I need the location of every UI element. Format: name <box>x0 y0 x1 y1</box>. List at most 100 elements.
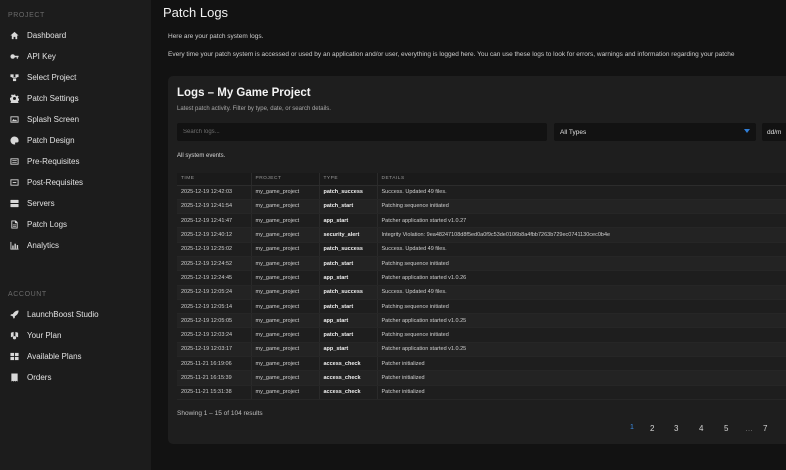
section-label-account: ACCOUNT <box>8 291 47 298</box>
cell-type: access_check <box>319 370 378 386</box>
cell-time: 2025-12-19 12:05:05 <box>177 313 252 329</box>
page-button-7[interactable]: 7 <box>763 424 767 433</box>
cell-project: my_game_project <box>251 242 320 257</box>
type-filter-select[interactable]: All Types <box>554 123 756 141</box>
cell-type: app_start <box>319 313 378 329</box>
cell-project: my_game_project <box>251 227 320 243</box>
table-header-row: TIME PROJECT TYPE DETAILS <box>177 173 786 186</box>
cell-project: my_game_project <box>251 213 320 229</box>
sidebar-item-api-key[interactable]: API Key <box>0 46 151 66</box>
cell-details: Patching sequence initiated <box>377 327 786 343</box>
cell-time: 2025-11-21 16:19:06 <box>177 356 252 372</box>
sidebar-item-label: Dashboard <box>27 30 67 40</box>
receipt-icon <box>9 372 19 382</box>
cell-project: my_game_project <box>251 356 320 372</box>
page-button-3[interactable]: 3 <box>674 424 678 433</box>
cell-project: my_game_project <box>251 370 320 386</box>
table-row[interactable]: 2025-11-21 16:15:39 my_game_project access… <box>177 370 786 386</box>
table-row[interactable]: 2025-12-19 12:05:24 my_game_project patch_… <box>177 285 786 300</box>
cell-details: Patcher application started v1.0.25 <box>377 313 786 329</box>
image-icon <box>9 114 19 124</box>
sidebar-item-launchboost-studio[interactable]: LaunchBoost Studio <box>0 304 151 324</box>
cell-type: access_check <box>319 356 378 372</box>
sidebar-item-label: Servers <box>27 198 55 208</box>
sidebar-item-patch-settings[interactable]: Patch Settings <box>0 88 151 108</box>
cell-time: 2025-11-21 15:31:38 <box>177 385 252 400</box>
column-header-project[interactable]: PROJECT <box>251 173 320 186</box>
column-header-time[interactable]: TIME <box>177 173 252 186</box>
cell-type: app_start <box>319 270 378 286</box>
cell-project: my_game_project <box>251 327 320 343</box>
sidebar: PROJECT Dashboard API Key Select Project… <box>0 0 151 470</box>
sidebar-item-splash-screen[interactable]: Splash Screen <box>0 109 151 129</box>
table-row[interactable]: 2025-12-19 12:40:12 my_game_project securi… <box>177 227 786 243</box>
list-check-icon <box>9 177 19 187</box>
cell-type: patch_success <box>319 185 378 200</box>
cell-type: security_alert <box>319 227 378 243</box>
cell-details: Patching sequence initiated <box>377 256 786 272</box>
sidebar-item-patch-logs[interactable]: Patch Logs <box>0 214 151 234</box>
date-filter-input[interactable]: dd/m <box>762 123 786 141</box>
cell-project: my_game_project <box>251 256 320 272</box>
rocket-icon <box>9 309 19 319</box>
sidebar-item-orders[interactable]: Orders <box>0 367 151 387</box>
page-button-1[interactable]: 1 <box>630 424 634 431</box>
logs-card: Logs – My Game Project Latest patch acti… <box>168 76 786 444</box>
sidebar-item-post-requisites[interactable]: Post-Requisites <box>0 172 151 192</box>
sidebar-item-label: LaunchBoost Studio <box>27 309 99 319</box>
table-row[interactable]: 2025-12-19 12:41:47 my_game_project app_st… <box>177 213 786 229</box>
cell-type: patch_start <box>319 327 378 343</box>
table-row[interactable]: 2025-12-19 12:42:03 my_game_project patch_… <box>177 185 786 200</box>
table-row[interactable]: 2025-11-21 15:31:38 my_game_project access… <box>177 385 786 400</box>
layers-icon <box>9 351 19 361</box>
cell-type: access_check <box>319 385 378 400</box>
cell-details: Integrity Violation: 9ea48247108d8f5ed0a… <box>377 227 786 243</box>
cell-project: my_game_project <box>251 342 320 358</box>
chevron-down-icon <box>744 129 750 133</box>
sidebar-item-dashboard[interactable]: Dashboard <box>0 25 151 45</box>
cell-time: 2025-12-19 12:41:47 <box>177 213 252 229</box>
gear-icon <box>9 93 19 103</box>
search-input[interactable] <box>177 123 547 141</box>
sidebar-item-servers[interactable]: Servers <box>0 193 151 213</box>
intro-description: Every time your patch system is accessed… <box>168 51 735 58</box>
cell-time: 2025-12-19 12:42:03 <box>177 185 252 200</box>
sidebar-item-your-plan[interactable]: Your Plan <box>0 325 151 345</box>
cell-time: 2025-12-19 12:24:52 <box>177 256 252 272</box>
table-row[interactable]: 2025-12-19 12:05:05 my_game_project app_st… <box>177 313 786 329</box>
table-row[interactable]: 2025-11-21 16:19:06 my_game_project access… <box>177 356 786 372</box>
cell-project: my_game_project <box>251 313 320 329</box>
sidebar-item-pre-requisites[interactable]: Pre-Requisites <box>0 151 151 171</box>
page-button-4[interactable]: 4 <box>699 424 703 433</box>
column-header-details[interactable]: DETAILS <box>377 173 786 186</box>
cell-details: Patching sequence initiated <box>377 299 786 315</box>
results-count: Showing 1 – 15 of 104 results <box>177 410 263 417</box>
cell-details: Success. Updated 49 files. <box>377 242 786 257</box>
type-filter-value: All Types <box>560 128 587 136</box>
palette-icon <box>9 135 19 145</box>
table-row[interactable]: 2025-12-19 12:05:14 my_game_project patch_… <box>177 299 786 315</box>
project-icon <box>9 72 19 82</box>
sidebar-item-available-plans[interactable]: Available Plans <box>0 346 151 366</box>
page-button-5[interactable]: 5 <box>724 424 728 433</box>
page-button-2[interactable]: 2 <box>650 424 654 433</box>
cell-details: Patching sequence initiated <box>377 199 786 215</box>
cell-project: my_game_project <box>251 270 320 286</box>
table-row[interactable]: 2025-12-19 12:03:17 my_game_project app_st… <box>177 342 786 358</box>
cell-type: patch_success <box>319 242 378 257</box>
table-row[interactable]: 2025-12-19 12:41:54 my_game_project patch_… <box>177 199 786 215</box>
table-row[interactable]: 2025-12-19 12:24:45 my_game_project app_st… <box>177 270 786 286</box>
cell-details: Patcher application started v1.0.26 <box>377 270 786 286</box>
table-row[interactable]: 2025-12-19 12:24:52 my_game_project patch_… <box>177 256 786 272</box>
sidebar-item-analytics[interactable]: Analytics <box>0 235 151 255</box>
sidebar-item-patch-design[interactable]: Patch Design <box>0 130 151 150</box>
table-row[interactable]: 2025-12-19 12:03:24 my_game_project patch_… <box>177 327 786 343</box>
column-header-type[interactable]: TYPE <box>319 173 378 186</box>
card-title: Logs – My Game Project <box>177 87 311 99</box>
cell-time: 2025-12-19 12:41:54 <box>177 199 252 215</box>
cell-type: patch_start <box>319 256 378 272</box>
sidebar-item-select-project[interactable]: Select Project <box>0 67 151 87</box>
table-row[interactable]: 2025-12-19 12:25:02 my_game_project patch_… <box>177 242 786 257</box>
sidebar-item-label: Post-Requisites <box>27 177 84 187</box>
cell-project: my_game_project <box>251 385 320 400</box>
